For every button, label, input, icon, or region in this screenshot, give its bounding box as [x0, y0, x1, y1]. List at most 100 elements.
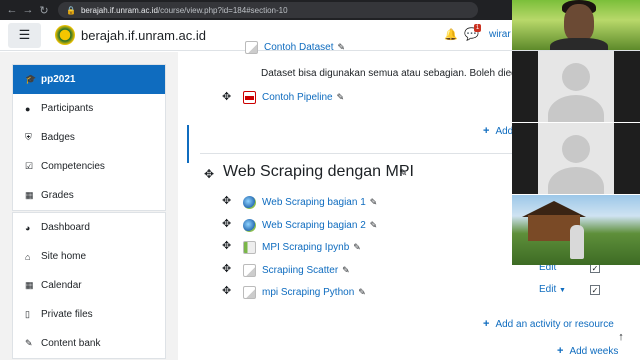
drawer-item-label: Calendar [41, 280, 82, 291]
section-title: Web Scraping dengan MPI [223, 163, 414, 180]
file-icon [243, 264, 256, 277]
plus-icon: + [557, 345, 564, 357]
add-activity-label: Add [495, 125, 514, 137]
activity-web-scraping-2[interactable]: Web Scraping bagian 2 ✎ [243, 219, 377, 232]
reload-icon[interactable]: ↻ [36, 4, 52, 17]
arrow-up-icon[interactable]: ↑ [614, 331, 628, 345]
move-icon[interactable]: ✥ [222, 90, 231, 103]
home-icon: ⌂ [25, 251, 31, 262]
move-icon[interactable]: ✥ [222, 217, 231, 230]
move-icon[interactable]: ✥ [222, 239, 231, 252]
pencil-icon[interactable]: ✎ [342, 265, 350, 276]
plus-icon: + [483, 318, 490, 330]
activity-web-scraping-1[interactable]: Web Scraping bagian 1 ✎ [243, 196, 377, 209]
code-file-icon [243, 241, 256, 254]
drawer-item-label: Site home [41, 251, 87, 262]
edit-label: Edit [539, 284, 557, 295]
activity-link[interactable]: Contoh Pipeline [262, 92, 333, 103]
pencil-icon[interactable]: ✎ [370, 197, 378, 208]
drawer-toggle-button[interactable]: ☰ [8, 22, 41, 48]
activity-link[interactable]: Scrapiing Scatter [262, 265, 338, 276]
caret-down-icon: ▼ [559, 287, 566, 294]
pencil-icon[interactable]: ✎ [399, 168, 407, 179]
course-nav-group: 🎓 pp2021 ● Participants ⛨ Badges ☑ Compe… [12, 64, 166, 211]
video-tile-avatar-2 [512, 123, 640, 194]
nav-drawer: 🎓 pp2021 ● Participants ⛨ Badges ☑ Compe… [0, 52, 178, 360]
paint-brush-icon: ✎ [25, 338, 33, 348]
drawer-item-label: Grades [41, 190, 74, 201]
add-weeks-link[interactable]: + Add weeks [557, 345, 618, 357]
drawer-item-course[interactable]: 🎓 pp2021 [13, 65, 165, 94]
site-logo[interactable] [55, 25, 75, 45]
participant-face [564, 4, 594, 42]
add-activity-link[interactable]: + Add an activity or resource [483, 318, 614, 330]
drawer-item-badges[interactable]: ⛨ Badges [13, 123, 165, 152]
drawer-item-participants[interactable]: ● Participants [13, 94, 165, 123]
section-divider [200, 153, 512, 154]
activity-link[interactable]: MPI Scraping Ipynb [262, 242, 349, 253]
pencil-icon[interactable]: ✎ [338, 42, 346, 53]
avatar-head [562, 135, 590, 163]
drawer-item-label: pp2021 [41, 74, 76, 85]
activity-contoh-pipeline[interactable]: Contoh Pipeline ✎ [243, 91, 344, 104]
file-icon: ▯ [25, 309, 30, 319]
activity-scraping-scatter[interactable]: Scrapiing Scatter ✎ [243, 264, 350, 277]
back-icon[interactable]: ← [4, 4, 20, 16]
url-path: /course/view.php?id=184#section-10 [157, 5, 288, 15]
pencil-icon[interactable]: ✎ [337, 92, 345, 103]
hamburger-icon: ☰ [18, 27, 31, 42]
move-icon[interactable]: ✥ [222, 262, 231, 275]
drawer-item-label: Content bank [41, 338, 101, 349]
drawer-item-label: Competencies [41, 161, 105, 172]
url-host: berajah.if.unram.ac.id [80, 5, 158, 15]
avatar [538, 51, 614, 122]
drawer-item-competencies[interactable]: ☑ Competencies [13, 152, 165, 181]
drawer-item-dashboard[interactable]: ◕ Dashboard [13, 213, 165, 242]
add-weeks-label: Add weeks [569, 345, 619, 357]
activity-contoh-dataset[interactable]: Contoh Dataset ✎ [245, 41, 345, 54]
pencil-icon[interactable]: ✎ [358, 287, 366, 298]
move-icon[interactable]: ✥ [204, 167, 214, 181]
avatar-body [548, 95, 604, 122]
bell-icon[interactable]: 🔔 [444, 28, 458, 41]
check-square-icon: ☑ [25, 161, 34, 171]
pencil-icon[interactable]: ✎ [353, 242, 361, 253]
avatar [538, 123, 614, 194]
drawer-item-content-bank[interactable]: ✎ Content bank [13, 329, 165, 358]
site-nav-group: ◕ Dashboard ⌂ Site home ▦ Calendar ▯ Pri… [12, 212, 166, 359]
completion-checkbox[interactable]: ✓ [590, 285, 600, 295]
activity-link[interactable]: Web Scraping bagian 1 [262, 197, 366, 208]
address-bar[interactable]: 🔒 berajah.if.unram.ac.id /course/view.ph… [58, 2, 478, 18]
avatar-head [562, 63, 590, 91]
users-icon: ● [25, 103, 31, 114]
file-icon [245, 41, 258, 54]
activity-mpi-ipynb[interactable]: MPI Scraping Ipynb ✎ [243, 241, 361, 254]
video-tile-presenter [512, 0, 640, 50]
url-icon [243, 196, 256, 209]
activity-mpi-python[interactable]: mpi Scraping Python ✎ [243, 286, 366, 299]
lock-icon: 🔒 [66, 5, 76, 15]
pencil-icon[interactable]: ✎ [370, 220, 378, 231]
video-tile-outdoor [512, 195, 640, 265]
add-activity-link-prev[interactable]: + Add [483, 125, 513, 137]
drawer-item-calendar[interactable]: ▦ Calendar [13, 271, 165, 300]
drawer-item-label: Dashboard [41, 222, 90, 233]
activity-link[interactable]: Contoh Dataset [264, 42, 334, 53]
forward-icon[interactable]: → [20, 4, 36, 16]
participant-body [550, 38, 608, 50]
site-name[interactable]: berajah.if.unram.ac.id [81, 28, 206, 43]
activity-description: Dataset bisa digunakan semua atau sebagi… [261, 68, 525, 79]
drawer-item-grades[interactable]: ▦ Grades [13, 181, 165, 210]
drawer-item-site-home[interactable]: ⌂ Site home [13, 242, 165, 271]
edit-menu-python[interactable]: Edit ▼ [539, 284, 566, 295]
drawer-item-private-files[interactable]: ▯ Private files [13, 300, 165, 329]
user-menu[interactable]: wirar [489, 29, 511, 40]
activity-link[interactable]: Web Scraping bagian 2 [262, 220, 366, 231]
drawer-item-label: Participants [41, 103, 94, 114]
calendar-icon: ▦ [25, 280, 34, 290]
move-icon[interactable]: ✥ [222, 284, 231, 297]
drawer-item-label: Private files [41, 309, 93, 320]
move-icon[interactable]: ✥ [222, 194, 231, 207]
drawer-item-label: Badges [41, 132, 75, 143]
activity-link[interactable]: mpi Scraping Python [262, 287, 354, 298]
